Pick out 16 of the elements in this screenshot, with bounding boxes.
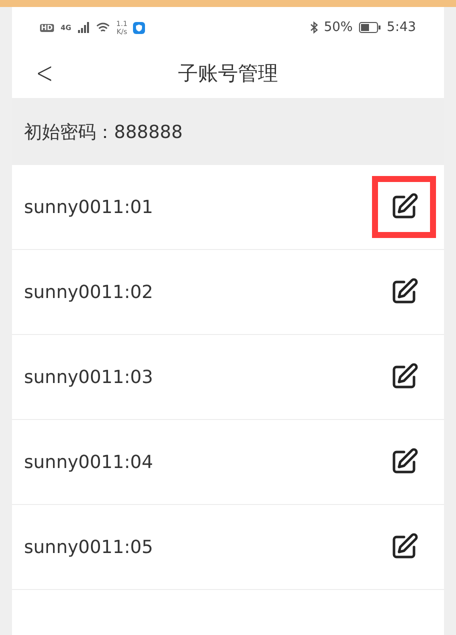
account-name: sunny0011:04: [24, 452, 154, 472]
back-button[interactable]: <: [32, 56, 58, 91]
initial-password-notice: 初始密码：888888: [12, 98, 444, 165]
wifi-icon: [96, 22, 110, 33]
clock-time: 5:43: [386, 20, 416, 35]
battery-icon: [358, 22, 381, 33]
shield-app-icon: [133, 22, 146, 34]
account-name: sunny0011:01: [24, 196, 154, 218]
bluetooth-icon: [310, 21, 318, 34]
battery-percent: 50%: [324, 20, 353, 35]
edit-button[interactable]: [372, 176, 436, 238]
page-title: 子账号管理: [178, 60, 278, 86]
account-name: sunny0011:02: [24, 282, 154, 302]
account-name: sunny0011:05: [24, 536, 154, 558]
account-name: sunny0011:03: [24, 366, 154, 388]
signal-icon: [78, 22, 90, 33]
